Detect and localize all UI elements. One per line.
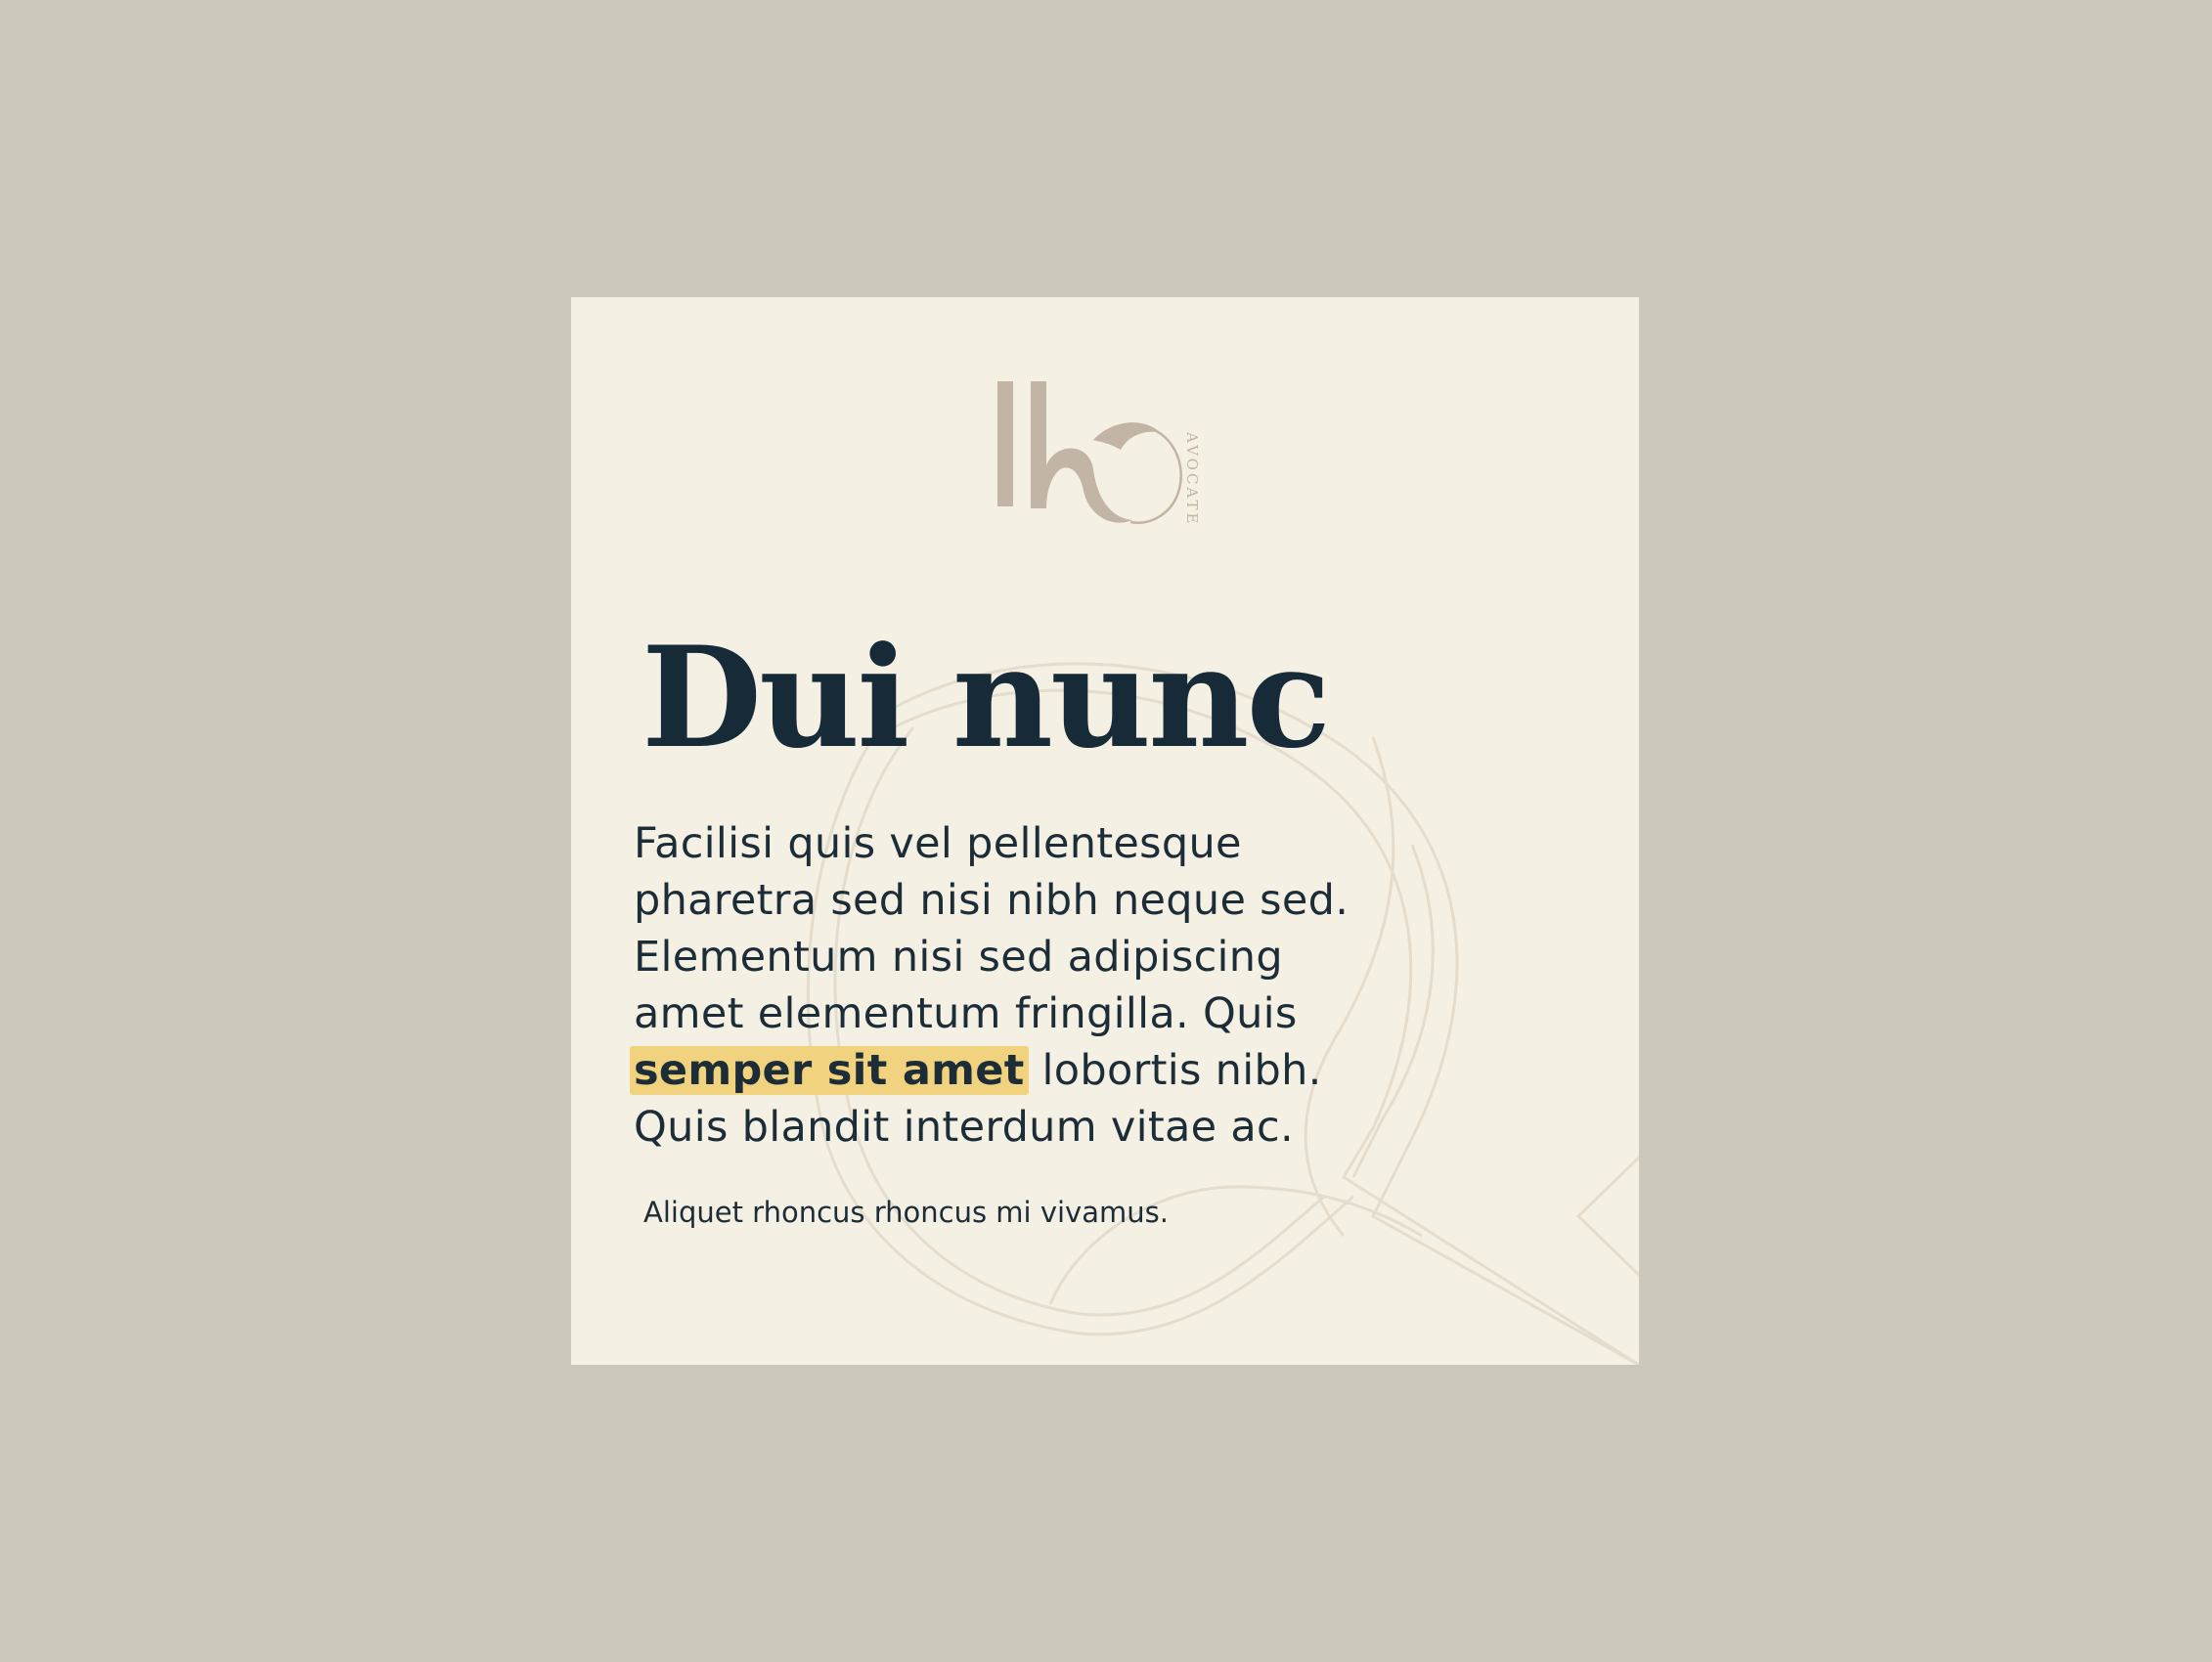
highlighted-phrase: semper sit amet: [630, 1046, 1029, 1095]
headline: Dui nunc: [641, 617, 1331, 779]
body-text-lead: Facilisi quis vel pellentesque pharetra …: [634, 819, 1349, 1038]
logo-letter-k: [1031, 381, 1132, 523]
card: AVOCATE Dui nunc Facilisi quis vel pelle…: [571, 297, 1639, 1365]
logo-wordmark: AVOCATE: [1183, 431, 1201, 526]
avocate-logo: AVOCATE: [997, 381, 1201, 526]
logo-letter-l: [997, 381, 1013, 506]
caption: Aliquet rhoncus rhoncus mi vivamus.: [643, 1196, 1169, 1229]
body-paragraph: Facilisi quis vel pellentesque pharetra …: [630, 815, 1396, 1156]
